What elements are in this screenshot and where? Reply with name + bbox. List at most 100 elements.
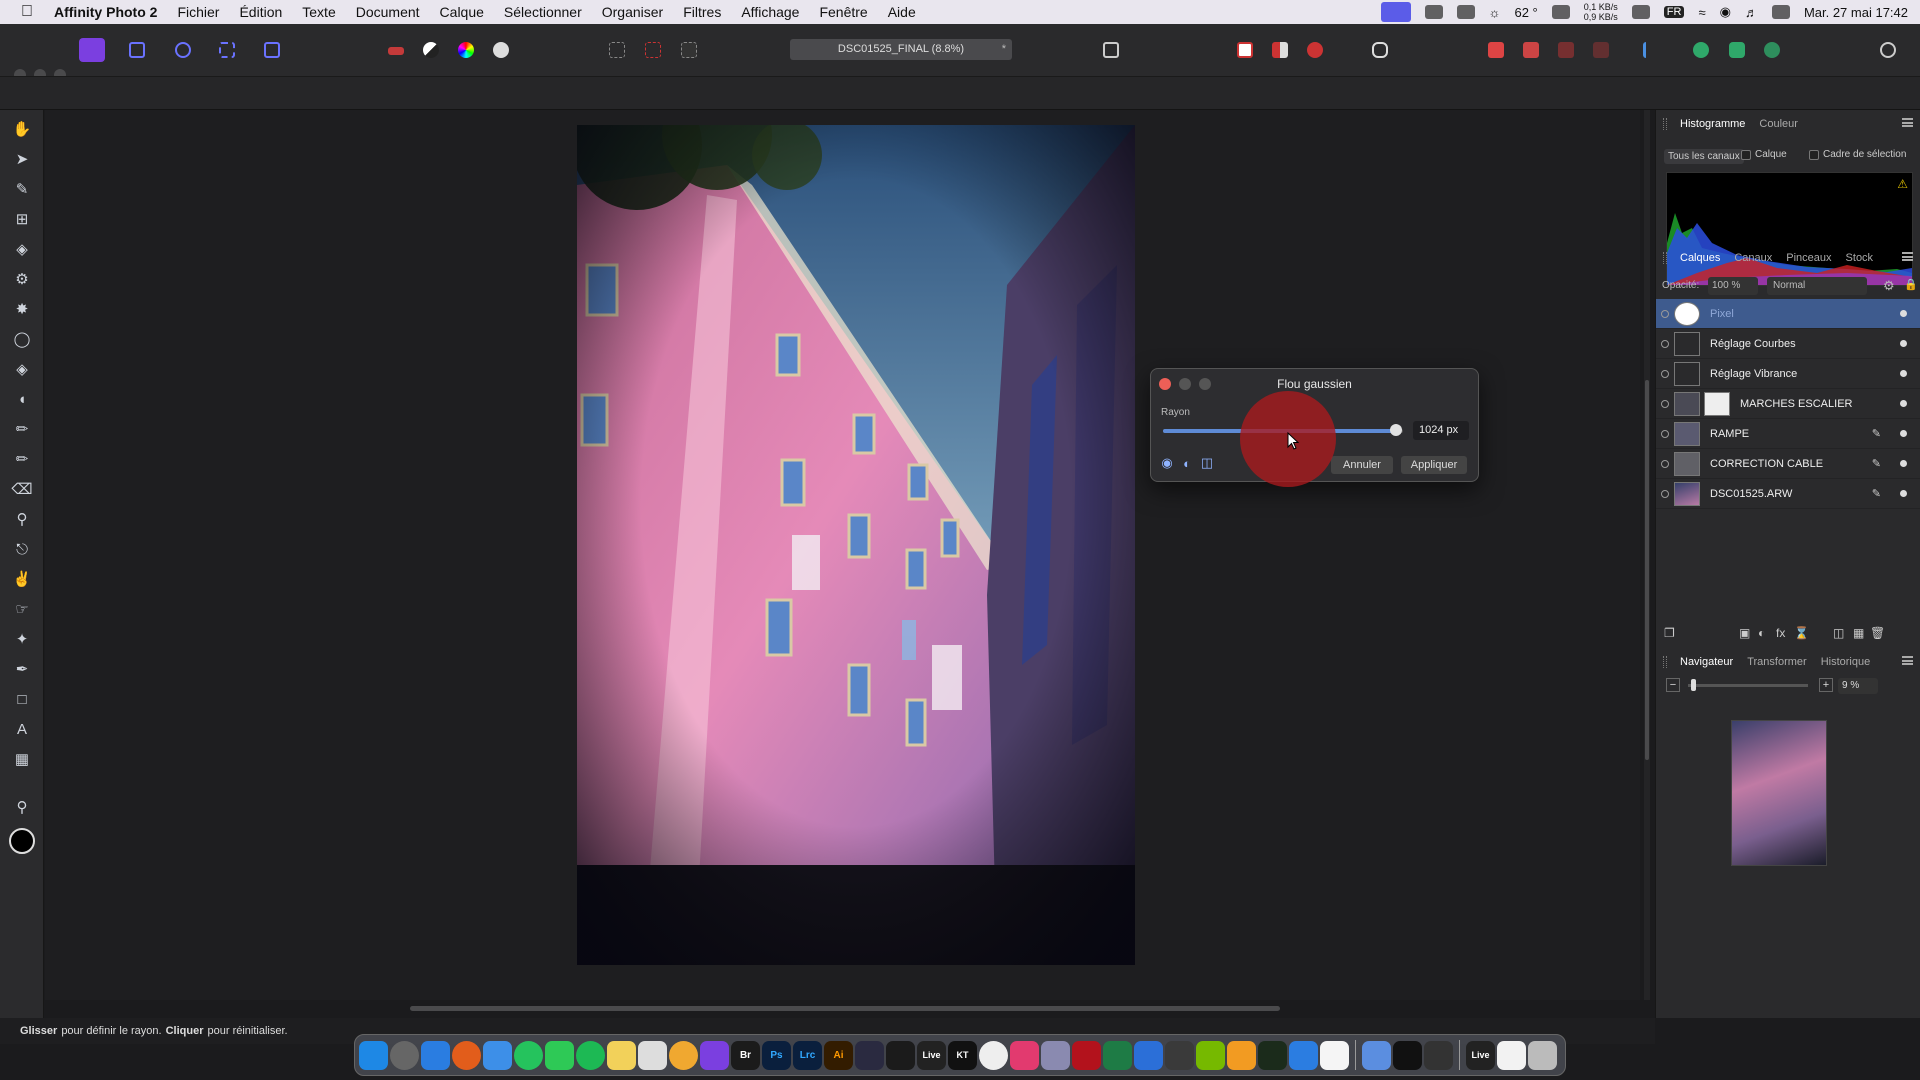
account-icon[interactable] — [1875, 38, 1901, 62]
layer-visible-dot[interactable] — [1900, 490, 1907, 497]
tab-channels[interactable]: Canaux — [1734, 252, 1772, 264]
layer-visible-dot[interactable] — [1900, 460, 1907, 467]
radius-slider-knob[interactable] — [1389, 424, 1402, 436]
menu-document[interactable]: Document — [346, 4, 430, 20]
photo-persona-icon[interactable] — [79, 38, 105, 62]
mirror-preview-icon[interactable]: ◫ — [1199, 455, 1215, 471]
delete-layer-icon[interactable]: 🗑 — [1870, 626, 1885, 640]
live-document-icon[interactable]: Live — [1466, 1040, 1495, 1070]
add-live-filter-icon[interactable]: ⌛ — [1794, 626, 1809, 640]
selection-bounds-checkbox[interactable] — [1809, 150, 1819, 160]
add-fx-icon[interactable]: fx — [1776, 626, 1785, 640]
nvidia-icon[interactable] — [1196, 1040, 1225, 1070]
layer-row-dsc01525[interactable]: DSC01525.ARW ✎ — [1656, 479, 1920, 509]
camera-icon[interactable] — [1456, 5, 1475, 19]
flood-select-tool-icon[interactable]: ⚙ — [10, 268, 34, 290]
arrange-front-icon[interactable] — [1483, 38, 1509, 62]
launchpad-icon[interactable] — [390, 1040, 419, 1070]
navigator-panel-grip-icon[interactable] — [1663, 656, 1667, 668]
flood-fill-tool-icon[interactable]: ◈ — [10, 358, 34, 380]
zoom-slider-knob[interactable] — [1691, 679, 1696, 691]
document-image[interactable] — [577, 125, 1135, 965]
boolean-intersect-icon[interactable] — [1759, 38, 1785, 62]
color-picker-tool-icon[interactable]: ✎ — [10, 178, 34, 200]
brightness-icon[interactable]: ☼ — [1489, 5, 1501, 20]
filezilla-icon[interactable] — [1072, 1040, 1101, 1070]
menu-edition[interactable]: Édition — [229, 4, 292, 20]
auto-white-balance-icon[interactable] — [488, 38, 514, 62]
layer-visibility-icon[interactable] — [1661, 460, 1669, 468]
develop-persona-icon[interactable] — [170, 38, 196, 62]
layer-checkbox[interactable] — [1741, 150, 1751, 160]
zoom-in-icon[interactable]: + — [1819, 678, 1833, 692]
layer-row-correction-cable[interactable]: CORRECTION CABLE ✎ — [1656, 449, 1920, 479]
text-tool-icon[interactable]: A — [10, 718, 34, 740]
layer-visibility-icon[interactable] — [1661, 310, 1669, 318]
tab-histogram[interactable]: Histogramme — [1680, 118, 1745, 130]
navigator-preview[interactable] — [1731, 720, 1827, 866]
deselect-icon[interactable] — [640, 38, 666, 62]
menu-fichier[interactable]: Fichier — [167, 4, 229, 20]
selection-mode-icon[interactable] — [604, 38, 630, 62]
safari-icon[interactable] — [421, 1040, 450, 1070]
inpainting-tool-icon[interactable]: ✦ — [10, 628, 34, 650]
excel-icon[interactable] — [1103, 1040, 1132, 1070]
weather-icon[interactable] — [1362, 1040, 1391, 1070]
vertical-scroll-thumb[interactable] — [1645, 380, 1649, 760]
photoshop-icon[interactable]: Ps — [762, 1040, 791, 1070]
input-language[interactable]: FR — [1663, 6, 1685, 18]
screen-share-icon[interactable] — [1380, 2, 1411, 22]
preview-eye-icon[interactable]: ◉ — [1159, 455, 1175, 471]
layer-row-rampe[interactable]: RAMPE ✎ — [1656, 419, 1920, 449]
dodge-tool-icon[interactable]: ⚲ — [10, 508, 34, 530]
zoom-out-icon[interactable]: − — [1666, 678, 1680, 692]
clock[interactable]: Mar. 27 mai 17:42 — [1804, 5, 1908, 20]
hand-tool-icon[interactable]: ✋ — [10, 118, 34, 140]
layers-panel-grip-icon[interactable] — [1663, 252, 1667, 264]
bridge-icon[interactable]: Br — [731, 1040, 760, 1070]
pen-tool-icon[interactable]: ✒ — [10, 658, 34, 680]
layer-visibility-icon[interactable] — [1661, 490, 1669, 498]
gradient-tool-icon[interactable]: ◖ — [10, 388, 34, 410]
illustrator-icon[interactable]: Ai — [824, 1040, 853, 1070]
trash-icon[interactable] — [1528, 1040, 1557, 1070]
capture-icon[interactable] — [669, 1040, 698, 1070]
tab-transform[interactable]: Transformer — [1747, 656, 1807, 668]
split-view-icon[interactable] — [1267, 38, 1293, 62]
add-group-icon[interactable]: ◫ — [1833, 626, 1844, 640]
smudge-tool-icon[interactable]: ☞ — [10, 598, 34, 620]
crop-tool-icon[interactable]: ⊞ — [10, 208, 34, 230]
layer-row-marches-escalier[interactable]: MARCHES ESCALIER — [1656, 389, 1920, 419]
menu-calque[interactable]: Calque — [430, 4, 494, 20]
virtualbox-icon[interactable] — [1041, 1040, 1070, 1070]
rectangle-tool-icon[interactable]: □ — [10, 688, 34, 710]
boolean-add-icon[interactable] — [1688, 38, 1714, 62]
affinity-photo-icon[interactable] — [700, 1040, 729, 1070]
menu-affichage[interactable]: Affichage — [731, 4, 809, 20]
magic-wand-tool-icon[interactable]: ✸ — [10, 298, 34, 320]
layer-row-curves[interactable]: Réglage Courbes — [1656, 329, 1920, 359]
layer-visible-dot[interactable] — [1900, 370, 1907, 377]
arrange-back-icon[interactable] — [1588, 38, 1614, 62]
notes-icon[interactable] — [607, 1040, 636, 1070]
layer-visibility-icon[interactable] — [1661, 340, 1669, 348]
tab-stock[interactable]: Stock — [1846, 252, 1874, 264]
slack-icon[interactable] — [1320, 1040, 1349, 1070]
layer-row-vibrance[interactable]: Réglage Vibrance — [1656, 359, 1920, 389]
mail-icon[interactable] — [483, 1040, 512, 1070]
radius-value-field[interactable]: 1024 px — [1413, 421, 1469, 440]
document-icon[interactable] — [1497, 1040, 1526, 1070]
memory-icon[interactable] — [1551, 5, 1570, 19]
color-wheel-icon[interactable] — [453, 38, 479, 62]
menu-texte[interactable]: Texte — [292, 4, 345, 20]
document-tab[interactable]: DSC01525_FINAL (8.8%) * — [790, 39, 1012, 60]
lightroom-classic-icon[interactable]: Lrc — [793, 1040, 822, 1070]
channel-select[interactable]: Tous les canaux — [1664, 149, 1744, 164]
liquify-persona-icon[interactable] — [124, 38, 150, 62]
layer-visibility-icon[interactable] — [1661, 430, 1669, 438]
unity-icon[interactable] — [979, 1040, 1008, 1070]
tab-color[interactable]: Couleur — [1759, 118, 1798, 130]
auto-contrast-icon[interactable] — [418, 38, 444, 62]
spotify-icon[interactable] — [576, 1040, 605, 1070]
layer-options-icon[interactable]: ❐ — [1664, 626, 1675, 640]
